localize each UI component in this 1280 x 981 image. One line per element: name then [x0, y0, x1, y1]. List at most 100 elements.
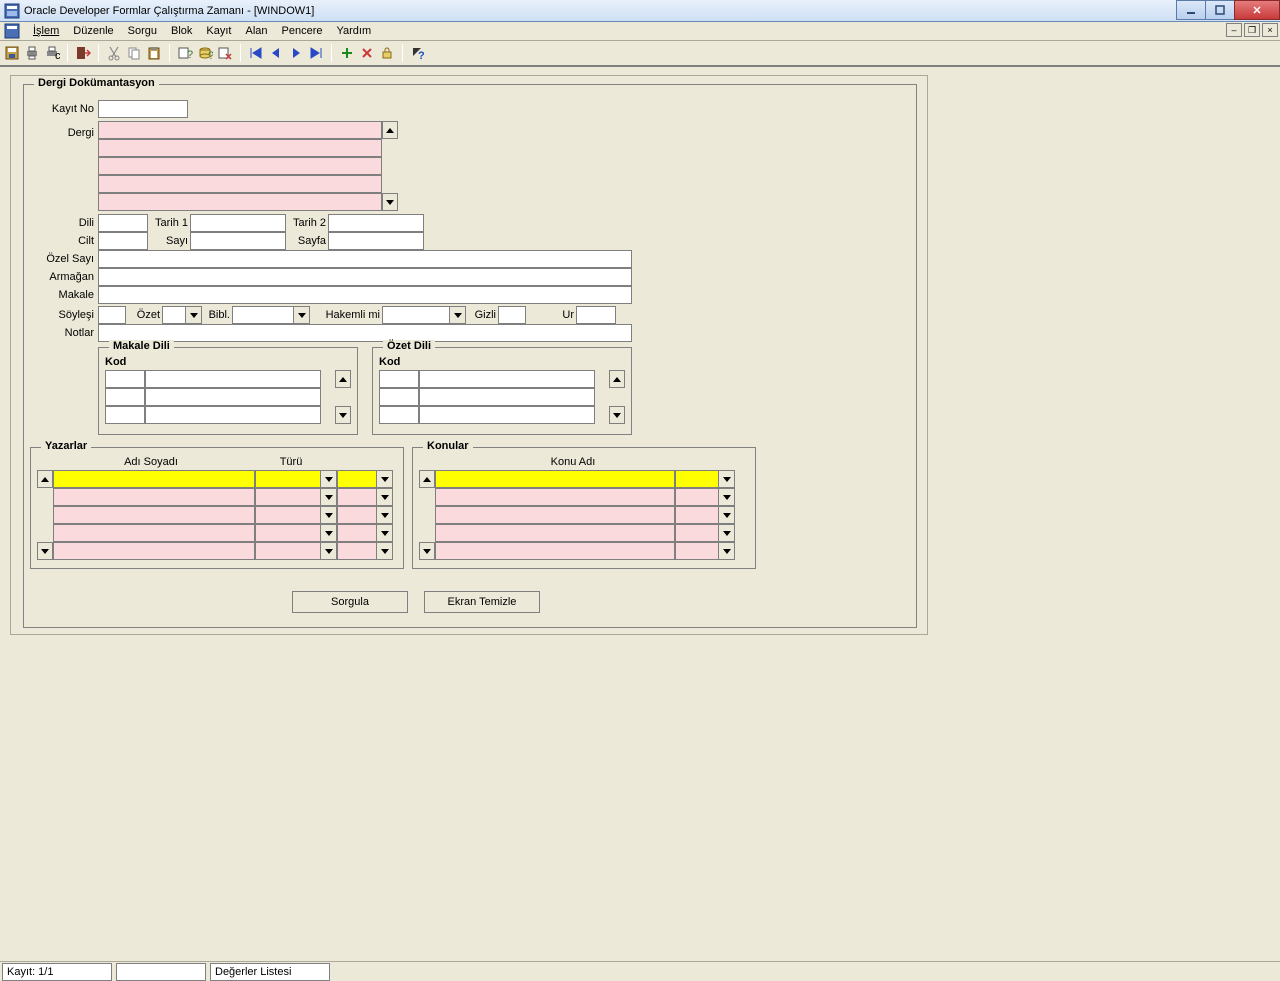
dropdown-yazar-x-4[interactable] — [377, 542, 393, 560]
input-konu-x-0[interactable] — [675, 470, 719, 488]
input-yazar-adi-0[interactable] — [53, 470, 255, 488]
input-dergi-row-2[interactable] — [98, 157, 382, 175]
menu-kayit[interactable]: Kayıt — [199, 23, 238, 39]
input-konu-x-4[interactable] — [675, 542, 719, 560]
input-cilt[interactable] — [98, 232, 148, 250]
input-dergi-row-4[interactable] — [98, 193, 382, 211]
scroll-up-dergi[interactable] — [382, 121, 398, 139]
menu-islem[interactable]: İşlem — [26, 23, 66, 39]
input-makale-dili-txt-2[interactable] — [145, 406, 321, 424]
print-setup-icon[interactable]: c — [44, 45, 60, 61]
dropdown-konu-2[interactable] — [719, 506, 735, 524]
scroll-down-makale-dili[interactable] — [335, 406, 351, 424]
menu-alan[interactable]: Alan — [238, 23, 274, 39]
input-konu-x-1[interactable] — [675, 488, 719, 506]
menu-duzenle[interactable]: Düzenle — [66, 23, 120, 39]
input-soylesi[interactable] — [98, 306, 126, 324]
input-konu-x-2[interactable] — [675, 506, 719, 524]
help-icon[interactable]: ? — [410, 45, 426, 61]
next-record-icon[interactable] — [288, 45, 304, 61]
input-yazar-turu-4[interactable] — [255, 542, 321, 560]
input-dergi-row-0[interactable] — [98, 121, 382, 139]
input-notlar[interactable] — [98, 324, 632, 342]
scroll-up-yazarlar[interactable] — [37, 470, 53, 488]
dropdown-konu-0[interactable] — [719, 470, 735, 488]
input-yazar-turu-2[interactable] — [255, 506, 321, 524]
minimize-button[interactable] — [1176, 0, 1206, 20]
maximize-button[interactable] — [1205, 0, 1235, 20]
scroll-down-ozet-dili[interactable] — [609, 406, 625, 424]
sorgula-button[interactable]: Sorgula — [292, 591, 408, 613]
input-makale-dili-kod-2[interactable] — [105, 406, 145, 424]
input-dergi-row-3[interactable] — [98, 175, 382, 193]
input-ozet-dili-kod-2[interactable] — [379, 406, 419, 424]
input-konu-1[interactable] — [435, 488, 675, 506]
scroll-up-ozet-dili[interactable] — [609, 370, 625, 388]
input-yazar-turu-1[interactable] — [255, 488, 321, 506]
input-makale[interactable] — [98, 286, 632, 304]
paste-icon[interactable] — [146, 45, 162, 61]
menu-yardim[interactable]: Yardım — [330, 23, 379, 39]
scroll-up-konular[interactable] — [419, 470, 435, 488]
dropdown-konu-4[interactable] — [719, 542, 735, 560]
mdi-close-button[interactable]: × — [1262, 23, 1278, 37]
mdi-minimize-button[interactable]: – — [1226, 23, 1242, 37]
dropdown-yazar-turu-2[interactable] — [321, 506, 337, 524]
input-ozet-dili-kod-1[interactable] — [379, 388, 419, 406]
last-record-icon[interactable] — [308, 45, 324, 61]
input-makale-dili-kod-0[interactable] — [105, 370, 145, 388]
input-yazar-turu-3[interactable] — [255, 524, 321, 542]
input-konu-0[interactable] — [435, 470, 675, 488]
input-ozet-dili-txt-2[interactable] — [419, 406, 595, 424]
scroll-down-yazarlar[interactable] — [37, 542, 53, 560]
previous-record-icon[interactable] — [268, 45, 284, 61]
input-sayfa[interactable] — [328, 232, 424, 250]
cancel-query-icon[interactable] — [217, 45, 233, 61]
menu-sorgu[interactable]: Sorgu — [121, 23, 164, 39]
input-konu-4[interactable] — [435, 542, 675, 560]
input-dili[interactable] — [98, 214, 148, 232]
dropdown-hakemli[interactable] — [450, 306, 466, 324]
input-tarih2[interactable] — [328, 214, 424, 232]
dropdown-bibl[interactable] — [294, 306, 310, 324]
close-button[interactable] — [1234, 0, 1280, 20]
scroll-up-makale-dili[interactable] — [335, 370, 351, 388]
execute-query-icon[interactable]: ? — [197, 45, 213, 61]
input-sayi[interactable] — [190, 232, 286, 250]
menu-blok[interactable]: Blok — [164, 23, 199, 39]
input-yazar-x-1[interactable] — [337, 488, 377, 506]
input-tarih1[interactable] — [190, 214, 286, 232]
dropdown-konu-3[interactable] — [719, 524, 735, 542]
input-ur[interactable] — [576, 306, 616, 324]
insert-record-icon[interactable] — [339, 45, 355, 61]
input-yazar-x-4[interactable] — [337, 542, 377, 560]
ekran-temizle-button[interactable]: Ekran Temizle — [424, 591, 540, 613]
input-gizli[interactable] — [498, 306, 526, 324]
input-yazar-turu-0[interactable] — [255, 470, 321, 488]
input-armagan[interactable] — [98, 268, 632, 286]
dropdown-yazar-x-1[interactable] — [377, 488, 393, 506]
dropdown-yazar-x-3[interactable] — [377, 524, 393, 542]
print-icon[interactable] — [24, 45, 40, 61]
input-makale-dili-txt-0[interactable] — [145, 370, 321, 388]
input-makale-dili-txt-1[interactable] — [145, 388, 321, 406]
input-ozet[interactable] — [162, 306, 186, 324]
save-icon[interactable] — [4, 45, 20, 61]
input-konu-3[interactable] — [435, 524, 675, 542]
input-yazar-x-0[interactable] — [337, 470, 377, 488]
dropdown-yazar-x-0[interactable] — [377, 470, 393, 488]
dropdown-yazar-turu-0[interactable] — [321, 470, 337, 488]
input-makale-dili-kod-1[interactable] — [105, 388, 145, 406]
input-yazar-adi-3[interactable] — [53, 524, 255, 542]
input-kayit-no[interactable] — [98, 100, 188, 118]
input-yazar-adi-1[interactable] — [53, 488, 255, 506]
input-bibl[interactable] — [232, 306, 294, 324]
scroll-down-konular[interactable] — [419, 542, 435, 560]
menu-pencere[interactable]: Pencere — [275, 23, 330, 39]
input-ozel-sayi[interactable] — [98, 250, 632, 268]
dropdown-yazar-turu-1[interactable] — [321, 488, 337, 506]
input-ozet-dili-txt-1[interactable] — [419, 388, 595, 406]
dropdown-konu-1[interactable] — [719, 488, 735, 506]
input-dergi-row-1[interactable] — [98, 139, 382, 157]
lock-record-icon[interactable] — [379, 45, 395, 61]
